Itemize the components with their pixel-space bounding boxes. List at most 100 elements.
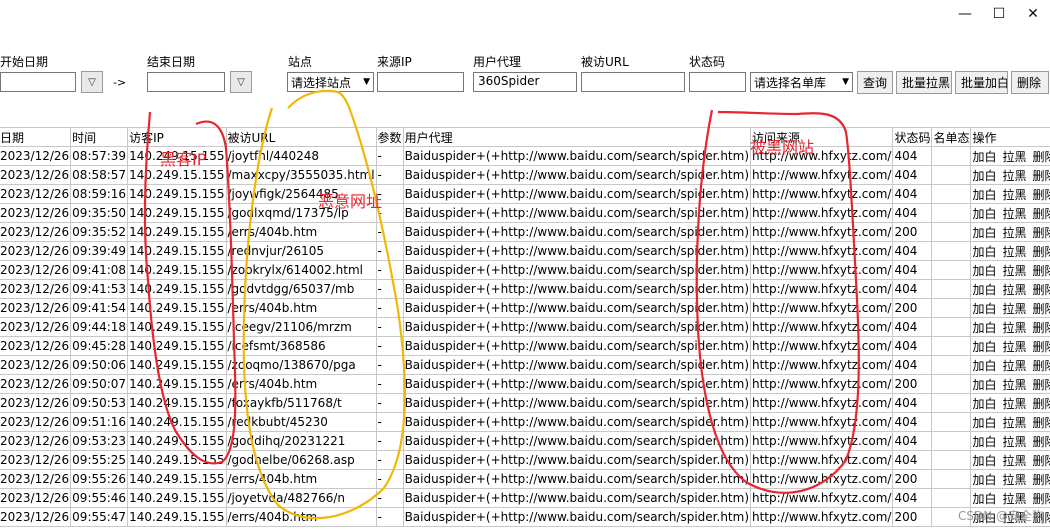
- whitelist-link[interactable]: 加白: [972, 302, 996, 316]
- whitelist-link[interactable]: 加白: [972, 321, 996, 335]
- batch-white-button[interactable]: 批量加白: [955, 71, 1008, 94]
- cell-date: 2023/12/26: [0, 203, 72, 223]
- table-row: 2023/12/26 09:55:46 140.249.15.155/joyetvd…: [0, 488, 1050, 508]
- blacklist-link[interactable]: 拉黑: [1003, 378, 1027, 392]
- delete-row-link[interactable]: 删除: [1033, 283, 1050, 297]
- end-date-label: 结束日期: [147, 55, 196, 69]
- end-date-picker-button[interactable]: ▽: [230, 71, 252, 93]
- cell-referrer: http://www.hfxytz.com/: [749, 355, 894, 375]
- cell-list-status: [931, 355, 972, 375]
- user-agent-input[interactable]: 360Spider: [473, 72, 577, 92]
- cell-referrer: http://www.hfxytz.com/: [749, 412, 894, 432]
- blacklist-link[interactable]: 拉黑: [1003, 454, 1027, 468]
- delete-row-link[interactable]: 删除: [1033, 416, 1050, 430]
- delete-row-link[interactable]: 删除: [1033, 435, 1050, 449]
- delete-filter-button[interactable]: 删除: [1011, 71, 1049, 94]
- cell-user-agent: Baiduspider+(+http://www.baidu.com/searc…: [402, 374, 752, 394]
- cell-visitor-ip: 140.249.15.155: [127, 279, 227, 299]
- delete-row-link[interactable]: 删除: [1033, 245, 1050, 259]
- whitelist-link[interactable]: 加白: [972, 283, 996, 297]
- whitelist-link[interactable]: 加白: [972, 435, 996, 449]
- whitelist-link[interactable]: 加白: [972, 150, 996, 164]
- whitelist-link[interactable]: 加白: [972, 378, 996, 392]
- whitelist-link[interactable]: 加白: [972, 340, 996, 354]
- cell-actions: 加白拉黑删除: [970, 184, 1050, 204]
- cell-params: -: [375, 450, 404, 470]
- whitelist-link[interactable]: 加白: [972, 473, 996, 487]
- cell-status-code: 404: [892, 317, 933, 337]
- cell-visited-url: /icefsmt/368586: [225, 336, 377, 356]
- cell-actions: 加白拉黑删除: [970, 279, 1050, 299]
- site-select[interactable]: 请选择站点 ▼: [287, 72, 374, 92]
- whitelist-link[interactable]: 加白: [972, 207, 996, 221]
- status-input[interactable]: [689, 72, 746, 92]
- blacklist-link[interactable]: 拉黑: [1003, 169, 1027, 183]
- delete-row-link[interactable]: 删除: [1033, 264, 1050, 278]
- cell-status-code: 200: [892, 469, 933, 489]
- delete-row-link[interactable]: 删除: [1033, 207, 1050, 221]
- delete-row-link[interactable]: 删除: [1033, 378, 1050, 392]
- whitelist-link[interactable]: 加白: [972, 226, 996, 240]
- blacklist-link[interactable]: 拉黑: [1003, 492, 1027, 506]
- whitelist-link[interactable]: 加白: [972, 416, 996, 430]
- blacklist-link[interactable]: 拉黑: [1003, 473, 1027, 487]
- cell-params: -: [375, 146, 404, 166]
- cell-date: 2023/12/26: [0, 336, 72, 356]
- blacklist-link[interactable]: 拉黑: [1003, 207, 1027, 221]
- batch-black-button[interactable]: 批量拉黑: [896, 71, 952, 94]
- cell-time: 09:51:16: [70, 412, 129, 432]
- blacklist-link[interactable]: 拉黑: [1003, 359, 1027, 373]
- end-date-input[interactable]: [147, 72, 225, 92]
- delete-row-link[interactable]: 删除: [1033, 226, 1050, 240]
- query-button[interactable]: 查询: [857, 71, 893, 94]
- delete-row-link[interactable]: 删除: [1033, 359, 1050, 373]
- blacklist-link[interactable]: 拉黑: [1003, 226, 1027, 240]
- cell-referrer: http://www.hfxytz.com/: [749, 222, 894, 242]
- whitelist-link[interactable]: 加白: [972, 264, 996, 278]
- cell-user-agent: Baiduspider+(+http://www.baidu.com/searc…: [402, 260, 752, 280]
- delete-row-link[interactable]: 删除: [1033, 454, 1050, 468]
- delete-row-link[interactable]: 删除: [1033, 473, 1050, 487]
- blacklist-link[interactable]: 拉黑: [1003, 188, 1027, 202]
- blacklist-link[interactable]: 拉黑: [1003, 435, 1027, 449]
- whitelist-link[interactable]: 加白: [972, 188, 996, 202]
- cell-visitor-ip: 140.249.15.155: [127, 507, 227, 527]
- blacklist-link[interactable]: 拉黑: [1003, 340, 1027, 354]
- url-input[interactable]: [581, 72, 685, 92]
- delete-row-link[interactable]: 删除: [1033, 188, 1050, 202]
- maximize-button[interactable]: ☐: [982, 0, 1016, 28]
- start-date-input[interactable]: [0, 72, 76, 92]
- whitelist-link[interactable]: 加白: [972, 492, 996, 506]
- whitelist-link[interactable]: 加白: [972, 169, 996, 183]
- delete-row-link[interactable]: 删除: [1033, 321, 1050, 335]
- header-list-status: 名单态: [931, 127, 972, 147]
- blacklist-link[interactable]: 拉黑: [1003, 302, 1027, 316]
- delete-row-link[interactable]: 删除: [1033, 169, 1050, 183]
- blacklist-link[interactable]: 拉黑: [1003, 150, 1027, 164]
- blacklist-link[interactable]: 拉黑: [1003, 416, 1027, 430]
- whitelist-link[interactable]: 加白: [972, 397, 996, 411]
- blacklist-link[interactable]: 拉黑: [1003, 245, 1027, 259]
- cell-visited-url: /godvtdgg/65037/mb: [225, 279, 377, 299]
- cell-params: -: [375, 222, 404, 242]
- cell-referrer: http://www.hfxytz.com/: [749, 298, 894, 318]
- start-date-picker-button[interactable]: ▽: [81, 71, 103, 93]
- minimize-button[interactable]: —: [948, 0, 982, 28]
- delete-row-link[interactable]: 删除: [1033, 397, 1050, 411]
- blacklist-link[interactable]: 拉黑: [1003, 264, 1027, 278]
- cell-status-code: 404: [892, 488, 933, 508]
- delete-row-link[interactable]: 删除: [1033, 492, 1050, 506]
- list-select[interactable]: 请选择名单库 ▼: [750, 72, 853, 92]
- blacklist-link[interactable]: 拉黑: [1003, 397, 1027, 411]
- blacklist-link[interactable]: 拉黑: [1003, 321, 1027, 335]
- source-ip-input[interactable]: [377, 72, 464, 92]
- blacklist-link[interactable]: 拉黑: [1003, 283, 1027, 297]
- whitelist-link[interactable]: 加白: [972, 359, 996, 373]
- whitelist-link[interactable]: 加白: [972, 454, 996, 468]
- delete-row-link[interactable]: 删除: [1033, 340, 1050, 354]
- delete-row-link[interactable]: 删除: [1033, 302, 1050, 316]
- delete-row-link[interactable]: 删除: [1033, 150, 1050, 164]
- whitelist-link[interactable]: 加白: [972, 245, 996, 259]
- cell-actions: 加白拉黑删除: [970, 241, 1050, 261]
- close-button[interactable]: ✕: [1016, 0, 1050, 28]
